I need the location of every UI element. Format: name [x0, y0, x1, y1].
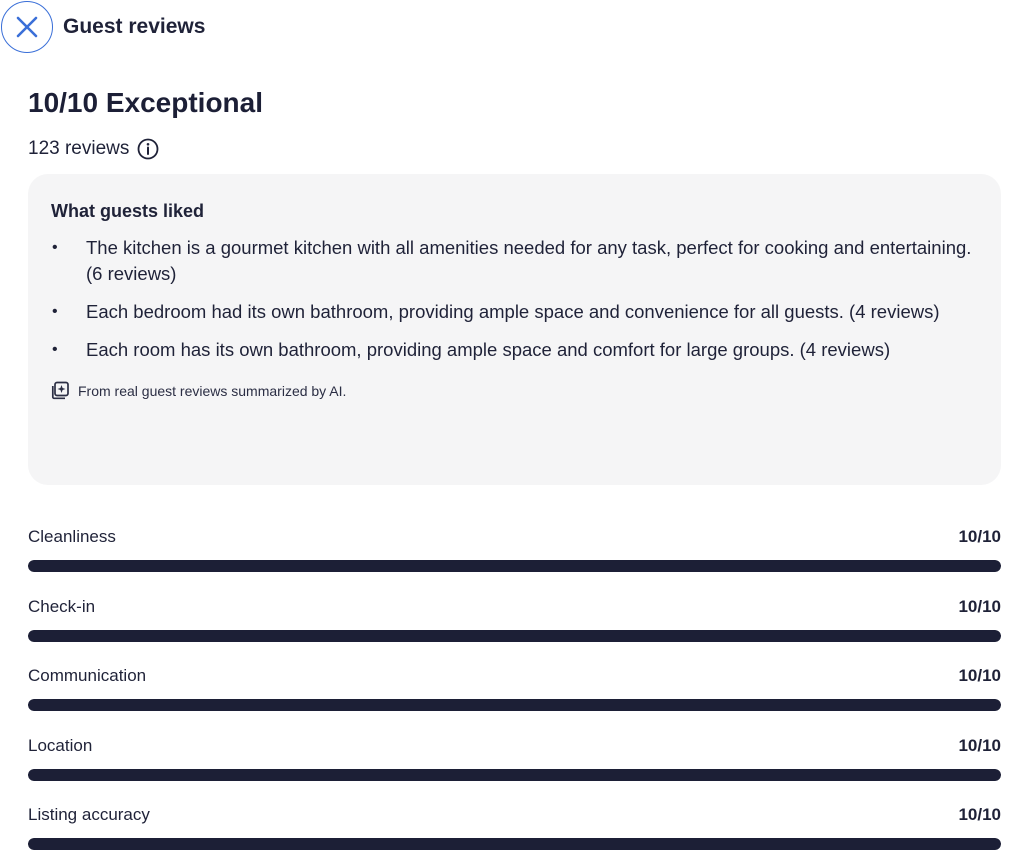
summary-item: • The kitchen is a gourmet kitchen with … [51, 235, 977, 287]
score-bar [28, 838, 1001, 850]
review-count: 123 reviews [28, 136, 159, 162]
score-bar [28, 699, 1001, 711]
score-label: Location [28, 736, 93, 755]
score-bar-fill [28, 769, 1001, 781]
score-value: 10/10 [958, 597, 1001, 616]
score-bar-fill [28, 630, 1001, 642]
score-bar [28, 630, 1001, 642]
close-button[interactable] [1, 1, 53, 53]
summary-item: • Each room has its own bathroom, provid… [51, 337, 977, 363]
bullet-icon: • [52, 239, 58, 256]
info-icon[interactable] [137, 138, 159, 160]
score-row-check-in: Check-in 10/10 [28, 595, 1001, 642]
summary-item: • Each bedroom had its own bathroom, pro… [51, 299, 977, 325]
score-value: 10/10 [958, 527, 1001, 546]
score-row-cleanliness: Cleanliness 10/10 [28, 525, 1001, 572]
bullet-icon: • [52, 341, 58, 358]
score-label: Check-in [28, 597, 96, 616]
score-bar [28, 560, 1001, 572]
score-row-communication: Communication 10/10 [28, 664, 1001, 711]
dialog-title: Guest reviews [63, 15, 206, 38]
score-value: 10/10 [958, 805, 1001, 824]
score-label: Communication [28, 666, 147, 685]
ai-summary-icon [51, 381, 70, 400]
score-row-location: Location 10/10 [28, 734, 1001, 781]
score-row-listing-accuracy: Listing accuracy 10/10 [28, 803, 1001, 850]
summary-list: • The kitchen is a gourmet kitchen with … [51, 235, 977, 363]
score-bar-fill [28, 560, 1001, 572]
score-bar-fill [28, 838, 1001, 850]
close-icon [16, 16, 38, 38]
review-count-text: 123 reviews [28, 138, 130, 159]
dialog-header: Guest reviews [0, 0, 205, 54]
score-value: 10/10 [958, 666, 1001, 685]
overall-rating-title: 10/10 Exceptional [28, 87, 264, 118]
score-bar [28, 769, 1001, 781]
score-value: 10/10 [958, 736, 1001, 755]
ai-disclaimer-text: From real guest reviews summarized by AI… [78, 382, 347, 399]
ai-summary-card: What guests liked • The kitchen is a gou… [28, 174, 1001, 485]
score-bar-fill [28, 699, 1001, 711]
score-label: Cleanliness [28, 527, 116, 546]
summary-item-text: The kitchen is a gourmet kitchen with al… [86, 237, 972, 284]
bullet-icon: • [52, 303, 58, 320]
summary-item-text: Each bedroom had its own bathroom, provi… [86, 301, 940, 322]
ai-disclaimer: From real guest reviews summarized by AI… [51, 381, 977, 400]
summary-item-text: Each room has its own bathroom, providin… [86, 339, 891, 360]
score-label: Listing accuracy [28, 805, 150, 824]
summary-heading: What guests liked [51, 201, 205, 221]
